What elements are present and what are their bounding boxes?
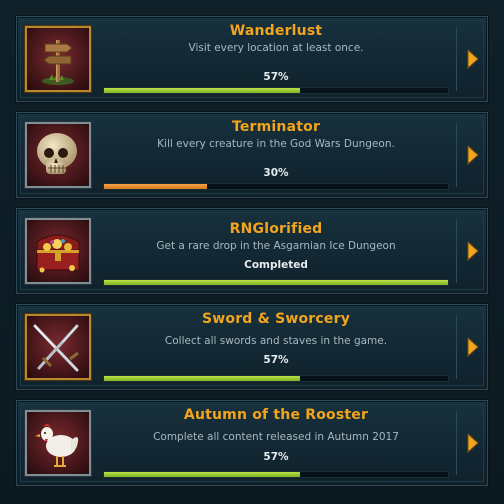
achievement-title: RNGlorified — [229, 221, 323, 237]
rooster-icon — [25, 410, 91, 476]
achievement-progress-text: 57% — [263, 451, 289, 463]
achievement-progress-text: 57% — [263, 354, 289, 366]
achievement-description: Complete all content released in Autumn … — [153, 431, 399, 443]
achievement-card-sword-sworcery[interactable]: Sword & Sworcery Collect all swords and … — [16, 304, 488, 390]
progress-bar-fill — [104, 376, 301, 381]
achievement-title: Autumn of the Rooster — [183, 407, 369, 423]
signpost-icon — [25, 26, 91, 92]
achievement-description: Collect all swords and staves in the gam… — [164, 335, 388, 347]
achievement-card-rnglorified[interactable]: RNGlorified Get a rare drop in the Asgar… — [16, 208, 488, 294]
achievement-title: Terminator — [231, 119, 321, 135]
divider — [456, 27, 457, 91]
progress-bar — [103, 471, 449, 478]
crossed-swords-icon — [25, 314, 91, 380]
expand-arrow-icon[interactable] — [463, 333, 481, 361]
progress-bar-fill — [104, 88, 301, 93]
progress-bar — [103, 279, 449, 286]
divider — [456, 219, 457, 283]
expand-arrow-icon[interactable] — [463, 429, 481, 457]
progress-bar-fill — [104, 472, 301, 477]
treasure-chest-icon — [25, 218, 91, 284]
divider — [456, 123, 457, 187]
achievement-title: Sword & Sworcery — [201, 311, 351, 327]
expand-arrow-icon[interactable] — [463, 237, 481, 265]
achievement-card-autumn-rooster[interactable]: Autumn of the Rooster Complete all conte… — [16, 400, 488, 486]
progress-bar-fill — [104, 184, 208, 189]
achievement-description: Kill every creature in the God Wars Dung… — [157, 138, 395, 150]
progress-bar — [103, 375, 449, 382]
progress-bar — [103, 87, 449, 94]
achievement-card-wanderlust[interactable]: Wanderlust Visit every location at least… — [16, 16, 488, 102]
progress-bar-fill — [104, 280, 448, 285]
achievement-progress-text: 57% — [263, 71, 289, 83]
progress-bar — [103, 183, 449, 190]
achievement-description: Visit every location at least once. — [188, 42, 364, 54]
skull-icon — [25, 122, 91, 188]
achievement-card-terminator[interactable]: Terminator Kill every creature in the Go… — [16, 112, 488, 198]
divider — [456, 411, 457, 475]
divider — [456, 315, 457, 379]
achievement-description: Get a rare drop in the Asgarnian Ice Dun… — [156, 240, 396, 252]
expand-arrow-icon[interactable] — [463, 45, 481, 73]
expand-arrow-icon[interactable] — [463, 141, 481, 169]
achievement-progress-text: Completed — [244, 259, 308, 271]
achievements-panel: Wanderlust Visit every location at least… — [0, 0, 504, 504]
achievement-title: Wanderlust — [229, 23, 323, 39]
achievement-progress-text: 30% — [263, 167, 289, 179]
